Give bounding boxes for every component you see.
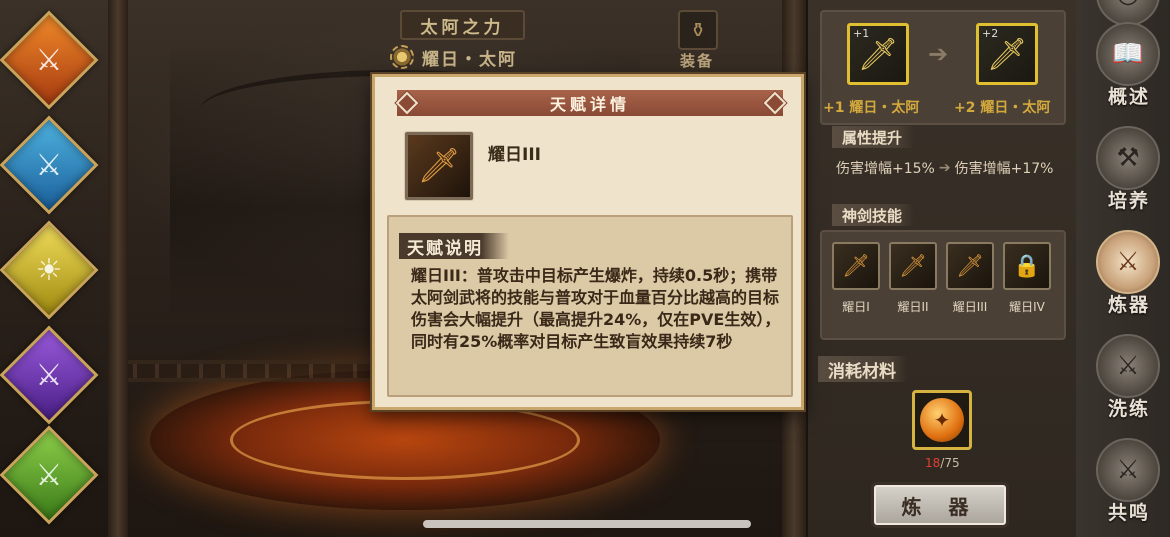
pillar-left	[108, 0, 128, 537]
book-icon: 📖	[1096, 22, 1160, 86]
talent-sword-icon: 🗡	[405, 132, 473, 200]
purple-sword-tab[interactable]: ⚔	[0, 325, 99, 425]
current-sword-slot[interactable]: +1 🗡	[847, 23, 909, 85]
talent-name: 耀日III	[488, 145, 541, 165]
dialog-title: 天赋详情	[397, 90, 783, 116]
crossed-swords-icon: ⚔	[1096, 334, 1160, 398]
left-sword-nav: ⚔ ⚔ ☀ ⚔ ⚔	[0, 0, 100, 537]
green-sword-tab[interactable]: ⚔	[0, 425, 99, 525]
material-count: 18/75	[925, 456, 960, 470]
green-sword-icon: ⚔	[35, 457, 63, 493]
talent-description-box: 天赋说明 耀日III：普攻击中目标产生爆炸，持续0.5秒；携带太阿剑武将的技能与…	[387, 215, 793, 397]
material-slot[interactable]: ✦	[912, 390, 972, 450]
skill-icon-3[interactable]: 🗡	[946, 242, 994, 290]
description-title: 天赋说明	[399, 233, 509, 259]
hammer-icon: ⚒	[1096, 126, 1160, 190]
vase-icon: ⚱	[689, 18, 707, 42]
purple-sword-icon: ⚔	[35, 357, 63, 393]
material-section-title: 消耗材料	[818, 356, 908, 382]
nav-item-wash[interactable]: ⚔ 洗练	[1096, 334, 1162, 421]
attribute-section-title: 属性提升	[832, 126, 915, 148]
attr-from: 伤害增幅+15%	[836, 161, 935, 177]
ice-sword-icon: ⚔	[35, 147, 63, 183]
page-title: 太阿之力	[400, 10, 525, 40]
material-have: 18	[925, 456, 941, 470]
arrow-right-icon: ➔	[928, 40, 949, 68]
skill-icon-4-locked[interactable]: 🔒	[1003, 242, 1051, 290]
skill-label-4: 耀日IV	[1009, 300, 1045, 314]
nav-label-cultivate: 培养	[1107, 190, 1150, 212]
equip-button[interactable]: ⚱	[678, 10, 718, 50]
current-level: +1	[853, 27, 870, 40]
skill-label-1: 耀日I	[842, 300, 870, 314]
nav-item-overview[interactable]: 📖 概述	[1096, 22, 1162, 109]
attr-to: 伤害增幅+17%	[954, 161, 1054, 177]
sword-subtitle: 耀日・太阿	[390, 44, 517, 70]
fire-sword-icon: ⚔	[35, 42, 63, 78]
next-sword-slot[interactable]: +2 🗡	[976, 23, 1038, 85]
nav-label-overview: 概述	[1107, 86, 1150, 108]
equip-label: 装备	[680, 52, 715, 70]
nav-label-wash: 洗练	[1107, 398, 1150, 420]
sword-name: 耀日・太阿	[422, 49, 517, 70]
next-level: +2	[982, 27, 999, 40]
home-indicator[interactable]	[423, 520, 751, 528]
refine-button[interactable]: 炼 器	[871, 482, 1009, 528]
skill-icon-2[interactable]: 🗡	[889, 242, 937, 290]
sword-icon: 🗡	[857, 35, 899, 73]
sun-sword-tab[interactable]: ☀	[0, 220, 99, 320]
nav-label-refine: 炼器	[1107, 294, 1150, 316]
nav-item-resonance[interactable]: ⚔ 共鸣	[1096, 438, 1162, 525]
sword-icon: 🗡	[986, 35, 1028, 73]
talent-dialog: 天赋详情 🗡 耀日III 天赋说明 耀日III：普攻击中目标产生爆炸，持续0.5…	[372, 74, 804, 410]
skill-label-3: 耀日III	[952, 300, 988, 314]
sun-icon	[390, 45, 414, 69]
arrow-right-icon: ➔	[938, 160, 951, 176]
attribute-row: 伤害增幅+15% ➔ 伤害增幅+17%	[836, 158, 1053, 178]
description-text: 耀日III：普攻击中目标产生爆炸，持续0.5秒；携带太阿剑武将的技能与普攻对于血…	[411, 266, 781, 351]
altar-ring	[230, 400, 580, 480]
nav-item-cultivate[interactable]: ⚒ 培养	[1096, 126, 1162, 213]
sun-sword-icon: ☀	[35, 252, 63, 288]
refine-sword-icon: ⚔	[1096, 230, 1160, 294]
current-sword-label: +1 耀日・太阿	[823, 100, 920, 116]
resonance-icon: ⚔	[1096, 438, 1160, 502]
ice-sword-tab[interactable]: ⚔	[0, 115, 99, 215]
fire-sword-tab[interactable]: ⚔	[0, 10, 99, 110]
nav-item-refine[interactable]: ⚔ 炼器	[1096, 230, 1162, 317]
nav-label-resonance: 共鸣	[1107, 502, 1150, 524]
skill-icon-1[interactable]: 🗡	[832, 242, 880, 290]
sun-orb-icon: ✦	[920, 398, 964, 442]
material-need: /75	[940, 456, 960, 470]
skill-section-title: 神剑技能	[832, 204, 915, 226]
right-nav: ◎ 📖 概述 ⚒ 培养 ⚔ 炼器 ⚔ 洗练 ⚔ 共鸣	[1076, 0, 1170, 537]
next-sword-label: +2 耀日・太阿	[954, 100, 1051, 116]
skill-label-2: 耀日II	[897, 300, 929, 314]
